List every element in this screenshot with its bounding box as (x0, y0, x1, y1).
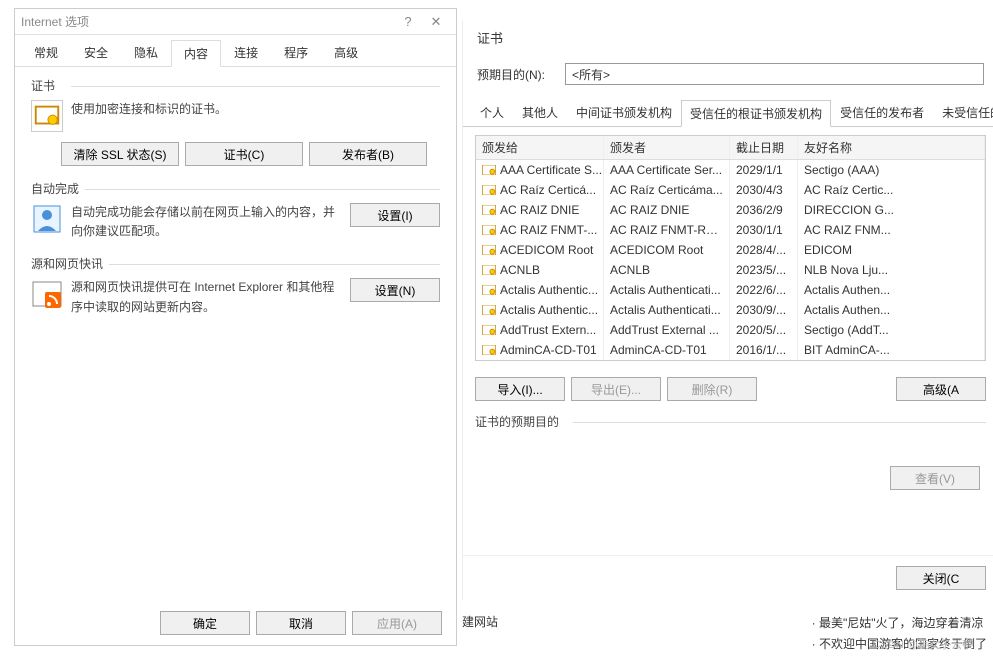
col-issued-to[interactable]: 颁发给 (476, 136, 604, 159)
certificate-row-icon (482, 185, 496, 195)
group-title-cert: 证书 (31, 77, 440, 94)
dialog-title: Internet 选项 (21, 13, 394, 30)
table-row[interactable]: AC RAIZ FNMT-...AC RAIZ FNMT-RC...2030/1… (476, 220, 985, 240)
table-row[interactable]: AC Raíz Certicá...AC Raíz Certicáma...20… (476, 180, 985, 200)
tab-trusted-publishers[interactable]: 受信任的发布者 (831, 99, 933, 126)
table-row[interactable]: AddTrust Extern...AddTrust External ...2… (476, 320, 985, 340)
table-row[interactable]: Actalis Authentic...Actalis Authenticati… (476, 280, 985, 300)
tab-other-people[interactable]: 其他人 (513, 99, 567, 126)
build-website-link[interactable]: 建网站 (462, 613, 498, 630)
certificates-button[interactable]: 证书(C) (185, 142, 303, 166)
table-row[interactable]: AC RAIZ DNIEAC RAIZ DNIE2036/2/9DIRECCIO… (476, 200, 985, 220)
tab-untrusted-publishers[interactable]: 未受信任的发布 (933, 99, 993, 126)
certificates-table: 颁发给 颁发者 截止日期 友好名称 AAA Certificate S...AA… (475, 135, 986, 361)
help-icon[interactable]: ? (394, 14, 422, 29)
col-friendly-name[interactable]: 友好名称 (798, 136, 985, 159)
certificates-dialog: 证书 预期目的(N): <所有> 个人 其他人 中间证书颁发机构 受信任的根证书… (462, 20, 993, 600)
feeds-settings-button[interactable]: 设置(N) (350, 278, 440, 302)
content-panel: 证书 使用加密连接和标识的证书。 清除 SSL 状态(S) 证书(C) 发布者(… (15, 67, 456, 341)
tab-programs[interactable]: 程序 (271, 39, 321, 66)
cert-desc: 使用加密连接和标识的证书。 (71, 100, 440, 119)
feeds-desc: 源和网页快讯提供可在 Internet Explorer 和其他程序中读取的网站… (71, 278, 342, 316)
main-tabs: 常规 安全 隐私 内容 连接 程序 高级 (15, 35, 456, 67)
col-expiry[interactable]: 截止日期 (730, 136, 798, 159)
table-row[interactable]: ACNLBACNLB2023/5/...NLB Nova Lju... (476, 260, 985, 280)
certificate-row-icon (482, 285, 496, 295)
cert-action-row: 导入(I)... 导出(E)... 删除(R) 高级(A (463, 369, 993, 409)
certificate-row-icon (482, 245, 496, 255)
tab-trusted-root-ca[interactable]: 受信任的根证书颁发机构 (681, 100, 831, 127)
apply-button[interactable]: 应用(A) (352, 611, 442, 635)
table-header: 颁发给 颁发者 截止日期 友好名称 (476, 136, 985, 160)
tab-personal[interactable]: 个人 (471, 99, 513, 126)
autocomplete-icon (31, 203, 63, 235)
rss-icon (31, 278, 63, 310)
table-row[interactable]: Actalis Authentic...Actalis Authenticati… (476, 300, 985, 320)
dialog-titlebar: Internet 选项 ? ✕ (15, 9, 456, 35)
cert-purpose-label: 证书的预期目的 (475, 415, 565, 429)
tab-security[interactable]: 安全 (71, 39, 121, 66)
close-icon[interactable]: ✕ (422, 14, 450, 30)
internet-options-dialog: Internet 选项 ? ✕ 常规 安全 隐私 内容 连接 程序 高级 证书 … (14, 8, 457, 646)
cert-store-tabs: 个人 其他人 中间证书颁发机构 受信任的根证书颁发机构 受信任的发布者 未受信任… (463, 93, 993, 127)
cert-dialog-title: 证书 (463, 20, 993, 55)
tab-general[interactable]: 常规 (21, 39, 71, 66)
tab-intermediate-ca[interactable]: 中间证书颁发机构 (567, 99, 681, 126)
close-button[interactable]: 关闭(C (896, 566, 986, 590)
certificate-row-icon (482, 165, 496, 175)
certificate-row-icon (482, 305, 496, 315)
autocomplete-desc: 自动完成功能会存储以前在网页上输入的内容，并向你建议匹配项。 (71, 203, 342, 241)
clear-ssl-button[interactable]: 清除 SSL 状态(S) (61, 142, 179, 166)
certificate-row-icon (482, 225, 496, 235)
feeds-group: 源和网页快讯 源和网页快讯提供可在 Internet Explorer 和其他程… (31, 255, 440, 316)
import-button[interactable]: 导入(I)... (475, 377, 565, 401)
certificate-row-icon (482, 345, 496, 355)
tab-content[interactable]: 内容 (171, 40, 221, 67)
table-row[interactable]: AdminCA-CD-T01AdminCA-CD-T012016/1/...BI… (476, 340, 985, 360)
purpose-dropdown[interactable]: <所有> (565, 63, 984, 85)
tab-privacy[interactable]: 隐私 (121, 39, 171, 66)
watermark: CSDN @美女子云亭 (873, 636, 973, 652)
cancel-button[interactable]: 取消 (256, 611, 346, 635)
export-button: 导出(E)... (571, 377, 661, 401)
cert-purpose-group: 证书的预期目的 (475, 413, 986, 430)
table-row[interactable]: ACEDICOM RootACEDICOM Root2028/4/...EDIC… (476, 240, 985, 260)
autocomplete-group: 自动完成 自动完成功能会存储以前在网页上输入的内容，并向你建议匹配项。 设置(I… (31, 180, 440, 241)
tab-advanced[interactable]: 高级 (321, 39, 371, 66)
autocomplete-settings-button[interactable]: 设置(I) (350, 203, 440, 227)
col-issuer[interactable]: 颁发者 (604, 136, 730, 159)
ok-button[interactable]: 确定 (160, 611, 250, 635)
group-title-feeds: 源和网页快讯 (31, 255, 440, 272)
purpose-row: 预期目的(N): <所有> (463, 55, 993, 93)
publishers-button[interactable]: 发布者(B) (309, 142, 427, 166)
certificate-row-icon (482, 205, 496, 215)
tab-connections[interactable]: 连接 (221, 39, 271, 66)
table-row[interactable]: AAA Certificate S...AAA Certificate Ser.… (476, 160, 985, 180)
news-item[interactable]: · 最美"尼姑"火了，海边穿着清凉 (812, 612, 987, 633)
certificate-row-icon (482, 265, 496, 275)
advanced-button[interactable]: 高级(A (896, 377, 986, 401)
purpose-value: <所有> (572, 66, 610, 83)
certificate-row-icon (482, 325, 496, 335)
view-button: 查看(V) (890, 466, 980, 490)
delete-button: 删除(R) (667, 377, 757, 401)
dialog-button-row: 确定 取消 应用(A) (160, 611, 442, 635)
certificate-icon (31, 100, 63, 132)
purpose-label: 预期目的(N): (477, 66, 555, 83)
group-title-autocomplete: 自动完成 (31, 180, 440, 197)
certificates-group: 证书 使用加密连接和标识的证书。 清除 SSL 状态(S) 证书(C) 发布者(… (31, 77, 440, 166)
